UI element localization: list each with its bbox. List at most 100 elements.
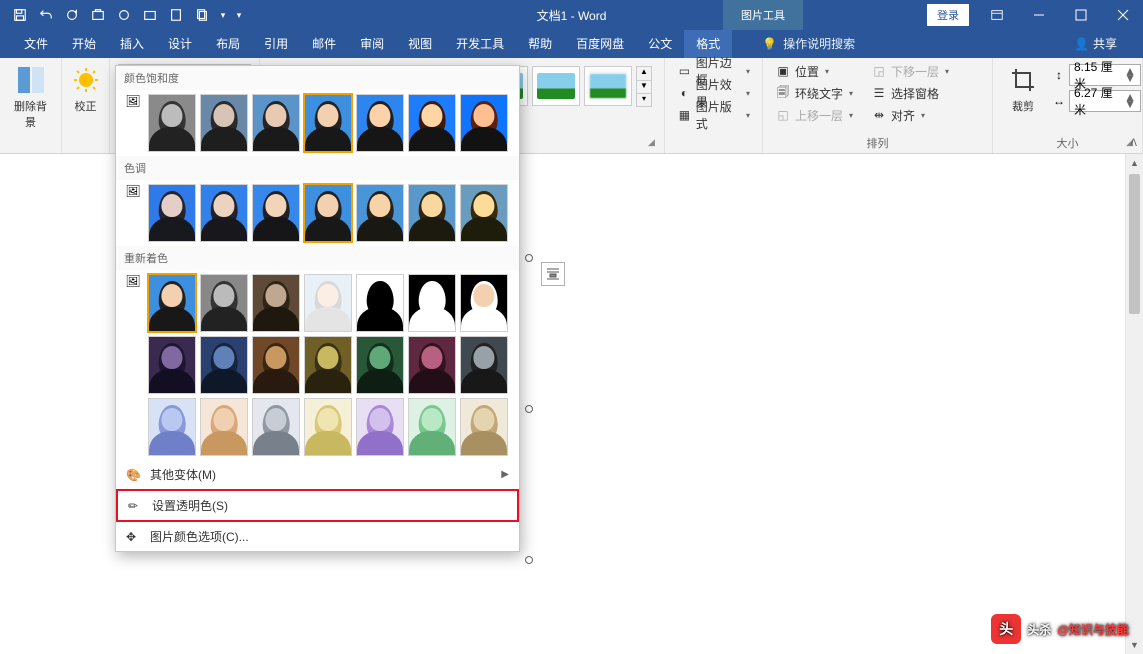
recolor-thumbnails	[148, 274, 508, 456]
width-input[interactable]: 6.27 厘米▲▼	[1069, 90, 1141, 112]
color-variant-thumb[interactable]	[460, 184, 508, 242]
corrections-button[interactable]: 校正	[70, 62, 101, 116]
align-button[interactable]: ⇹对齐▾	[867, 104, 953, 126]
collapse-ribbon-button[interactable]: ᐱ	[1130, 138, 1137, 149]
undo-button[interactable]	[34, 3, 58, 27]
gallery-more[interactable]: ▾	[637, 93, 651, 106]
corrections-label: 校正	[75, 98, 97, 114]
crop-button[interactable]: 裁剪	[1003, 62, 1043, 116]
color-variant-thumb[interactable]	[408, 94, 456, 152]
share-button[interactable]: 👤 共享	[1068, 29, 1123, 58]
dialog-launcher-icon[interactable]: ◢	[648, 137, 660, 149]
color-variant-thumb[interactable]	[200, 336, 248, 394]
vertical-scrollbar[interactable]: ▲ ▼	[1125, 154, 1143, 654]
wrap-text-button[interactable]: 🗐环绕文字▾	[771, 82, 857, 104]
scroll-thumb[interactable]	[1129, 174, 1140, 314]
color-variant-thumb[interactable]	[148, 398, 196, 456]
save-button[interactable]	[8, 3, 32, 27]
ribbon-display-options[interactable]	[977, 0, 1017, 30]
redo-button[interactable]	[60, 3, 84, 27]
tab-references[interactable]: 引用	[252, 29, 300, 58]
color-variant-thumb[interactable]	[304, 184, 352, 242]
maximize-button[interactable]	[1061, 0, 1101, 30]
color-variant-thumb[interactable]	[356, 94, 404, 152]
style-thumb[interactable]	[584, 66, 632, 106]
color-variant-thumb[interactable]	[356, 336, 404, 394]
minimize-button[interactable]	[1019, 0, 1059, 30]
color-variant-thumb[interactable]	[148, 336, 196, 394]
tab-design[interactable]: 设计	[156, 29, 204, 58]
tab-review[interactable]: 审阅	[348, 29, 396, 58]
qat-btn-7[interactable]	[164, 3, 188, 27]
style-thumb[interactable]	[532, 66, 580, 106]
tab-developer[interactable]: 开发工具	[444, 29, 516, 58]
gallery-up[interactable]: ▲	[637, 67, 651, 80]
qat-btn-6[interactable]	[138, 3, 162, 27]
remove-background-button[interactable]: 删除背景	[8, 62, 53, 132]
color-variant-thumb[interactable]	[252, 398, 300, 456]
color-variant-thumb[interactable]	[408, 398, 456, 456]
color-variant-thumb[interactable]	[460, 336, 508, 394]
selection-icon: ☰	[871, 85, 887, 101]
tab-insert[interactable]: 插入	[108, 29, 156, 58]
color-variant-thumb[interactable]	[252, 94, 300, 152]
color-variant-thumb[interactable]	[252, 184, 300, 242]
tell-me-search[interactable]: 💡 操作说明搜索	[752, 29, 865, 58]
selection-handle[interactable]	[525, 254, 533, 262]
qat-btn-4[interactable]	[86, 3, 110, 27]
color-variant-thumb[interactable]	[252, 336, 300, 394]
qat-btn-5[interactable]	[112, 3, 136, 27]
picture-color-options-item[interactable]: ✥ 图片颜色选项(C)...	[116, 522, 519, 551]
more-variations-item[interactable]: 🎨 其他变体(M) ▶	[116, 460, 519, 489]
qat-btn-8[interactable]	[190, 3, 214, 27]
color-variant-thumb[interactable]	[148, 184, 196, 242]
tab-baidu[interactable]: 百度网盘	[564, 29, 636, 58]
tab-layout[interactable]: 布局	[204, 29, 252, 58]
color-variant-thumb[interactable]	[304, 94, 352, 152]
color-variant-thumb[interactable]	[200, 398, 248, 456]
tab-home[interactable]: 开始	[60, 29, 108, 58]
height-input[interactable]: 8.15 厘米▲▼	[1069, 64, 1141, 86]
color-variant-thumb[interactable]	[148, 274, 196, 332]
gallery-down[interactable]: ▼	[637, 80, 651, 93]
color-variant-thumb[interactable]	[304, 336, 352, 394]
color-variant-thumb[interactable]	[252, 274, 300, 332]
set-transparent-color-item[interactable]: ✏ 设置透明色(S)	[116, 489, 519, 522]
group-remove-bg: 删除背景	[0, 58, 62, 153]
color-variant-thumb[interactable]	[304, 398, 352, 456]
tab-gongwen[interactable]: 公文	[636, 29, 684, 58]
qat-more[interactable]: ▾	[232, 3, 246, 27]
color-variant-thumb[interactable]	[460, 274, 508, 332]
position-button[interactable]: ▣位置▾	[771, 60, 857, 82]
scroll-up-button[interactable]: ▲	[1126, 154, 1143, 172]
selection-pane-button[interactable]: ☰选择窗格	[867, 82, 953, 104]
color-variant-thumb[interactable]	[200, 274, 248, 332]
color-variant-thumb[interactable]	[460, 94, 508, 152]
color-variant-thumb[interactable]	[200, 94, 248, 152]
color-variant-thumb[interactable]	[460, 398, 508, 456]
tab-file[interactable]: 文件	[12, 29, 60, 58]
width-icon: ↔	[1051, 93, 1067, 109]
color-variant-thumb[interactable]	[408, 184, 456, 242]
color-variant-thumb[interactable]	[408, 336, 456, 394]
login-button[interactable]: 登录	[927, 4, 969, 26]
close-button[interactable]	[1103, 0, 1143, 30]
tab-help[interactable]: 帮助	[516, 29, 564, 58]
color-variant-thumb[interactable]	[304, 274, 352, 332]
color-variant-thumb[interactable]	[356, 274, 404, 332]
picture-layout-button[interactable]: ▦图片版式▾	[673, 104, 754, 126]
recolor-icon: 🖼	[122, 274, 144, 288]
selection-handle[interactable]	[525, 556, 533, 564]
color-variant-thumb[interactable]	[200, 184, 248, 242]
more-variations-label: 其他变体(M)	[150, 466, 216, 483]
layout-options-button[interactable]	[541, 262, 565, 286]
color-variant-thumb[interactable]	[408, 274, 456, 332]
tab-view[interactable]: 视图	[396, 29, 444, 58]
bring-forward-label: 上移一层	[795, 107, 843, 124]
color-variant-thumb[interactable]	[148, 94, 196, 152]
selection-handle[interactable]	[525, 405, 533, 413]
tab-mailings[interactable]: 邮件	[300, 29, 348, 58]
color-variant-thumb[interactable]	[356, 398, 404, 456]
qat-customize[interactable]: ▾	[216, 3, 230, 27]
color-variant-thumb[interactable]	[356, 184, 404, 242]
